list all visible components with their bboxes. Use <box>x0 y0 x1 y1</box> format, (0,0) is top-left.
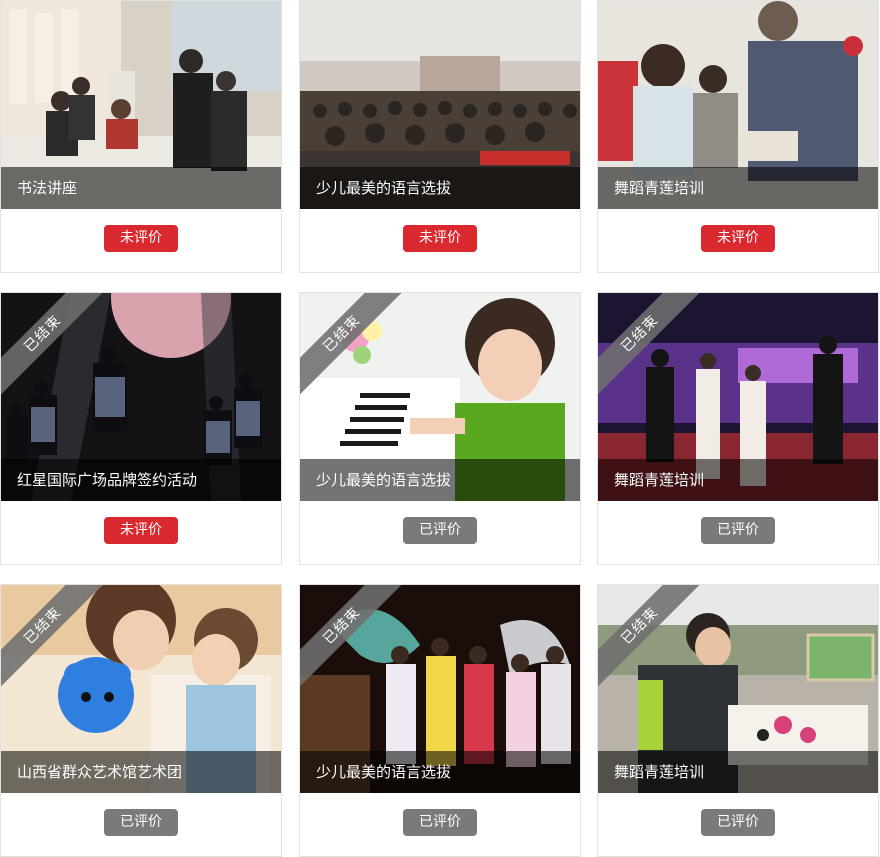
ended-ribbon-label: 已结束 <box>1 293 109 400</box>
rate-button[interactable]: 已评价 <box>701 809 775 836</box>
activity-card[interactable]: 少儿最美的语言选拔 已结束 已评价 <box>299 584 581 857</box>
ended-ribbon-label: 已结束 <box>598 293 706 400</box>
card-title: 少儿最美的语言选拔 <box>300 459 580 501</box>
ended-ribbon: 已结束 <box>1 585 111 695</box>
calligraphy-lecture-photo-icon[interactable]: 书法讲座 <box>1 1 281 209</box>
rate-button[interactable]: 未评价 <box>701 225 775 252</box>
ended-ribbon: 已结束 <box>300 585 410 695</box>
stage-singers-photo-icon[interactable]: 舞蹈青莲培训 已结束 <box>598 293 878 501</box>
card-title: 书法讲座 <box>1 167 281 209</box>
rate-button[interactable]: 未评价 <box>104 517 178 544</box>
folk-dance-photo-icon[interactable]: 少儿最美的语言选拔 已结束 <box>300 585 580 793</box>
workshop-group-photo-icon[interactable]: 舞蹈青莲培训 <box>598 1 878 209</box>
rate-button[interactable]: 已评价 <box>403 517 477 544</box>
activity-card[interactable]: 少儿最美的语言选拔 已结束 已评价 <box>299 292 581 565</box>
rate-button[interactable]: 已评价 <box>104 809 178 836</box>
activity-card[interactable]: 山西省群众艺术馆艺术团 已结束 已评价 <box>0 584 282 857</box>
card-title: 红星国际广场品牌签约活动 <box>1 459 281 501</box>
activity-card[interactable]: 少儿最美的语言选拔 未评价 <box>299 0 581 273</box>
card-title: 舞蹈青莲培训 <box>598 459 878 501</box>
card-title: 山西省群众艺术馆艺术团 <box>1 751 281 793</box>
ended-ribbon: 已结束 <box>598 293 708 403</box>
rate-button[interactable]: 未评价 <box>104 225 178 252</box>
rate-button[interactable]: 已评价 <box>403 809 477 836</box>
girl-piano-photo-icon[interactable]: 少儿最美的语言选拔 已结束 <box>300 293 580 501</box>
ended-ribbon-label: 已结束 <box>300 293 408 400</box>
rate-button[interactable]: 未评价 <box>403 225 477 252</box>
outdoor-painting-photo-icon[interactable]: 舞蹈青莲培训 已结束 <box>598 585 878 793</box>
card-title: 舞蹈青莲培训 <box>598 167 878 209</box>
rate-button[interactable]: 已评价 <box>701 517 775 544</box>
auditorium-audience-photo-icon[interactable]: 少儿最美的语言选拔 <box>300 1 580 209</box>
ended-ribbon-label: 已结束 <box>598 585 706 692</box>
activity-card[interactable]: 舞蹈青莲培训 未评价 <box>597 0 879 273</box>
activity-card[interactable]: 舞蹈青莲培训 已结束 已评价 <box>597 584 879 857</box>
card-title: 少儿最美的语言选拔 <box>300 167 580 209</box>
card-title: 少儿最美的语言选拔 <box>300 751 580 793</box>
ended-ribbon-label: 已结束 <box>300 585 408 692</box>
activity-card[interactable]: 书法讲座 未评价 <box>0 0 282 273</box>
stage-dancers-photo-icon[interactable]: 红星国际广场品牌签约活动 已结束 <box>1 293 281 501</box>
ended-ribbon: 已结束 <box>598 585 708 695</box>
ended-ribbon-label: 已结束 <box>1 585 109 692</box>
ended-ribbon: 已结束 <box>1 293 111 403</box>
card-title: 舞蹈青莲培训 <box>598 751 878 793</box>
activity-card[interactable]: 红星国际广场品牌签约活动 已结束 未评价 <box>0 292 282 565</box>
ended-ribbon: 已结束 <box>300 293 410 403</box>
mother-child-toy-photo-icon[interactable]: 山西省群众艺术馆艺术团 已结束 <box>1 585 281 793</box>
activity-card[interactable]: 舞蹈青莲培训 已结束 已评价 <box>597 292 879 565</box>
